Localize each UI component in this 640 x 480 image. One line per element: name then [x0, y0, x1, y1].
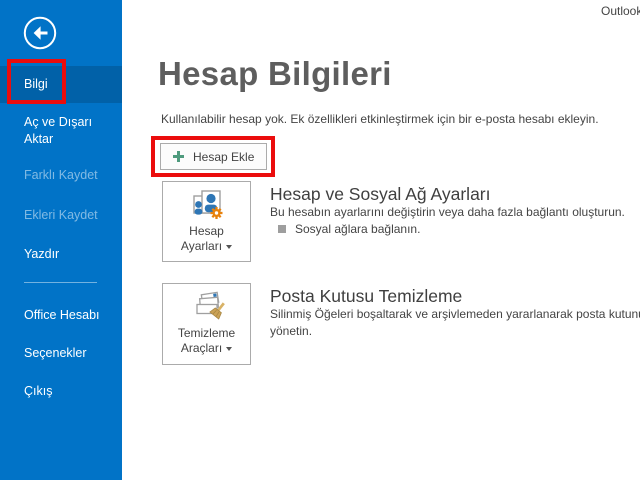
sidebar-item-ac-ve-disari-aktar[interactable]: Aç ve Dışarı Aktar [24, 114, 114, 148]
account-settings-button[interactable]: Hesap Ayarları [162, 181, 251, 262]
cleanup-tools-button[interactable]: Temizleme Araçları [162, 283, 251, 365]
add-account-button[interactable]: Hesap Ekle [160, 143, 267, 170]
cleanup-tools-icon [189, 291, 225, 322]
mailbox-cleanup-description-line2: yönetin. [270, 323, 640, 340]
sidebar-item-office-hesabi[interactable]: Office Hesabı [24, 307, 114, 324]
bullet-square-icon [278, 225, 286, 233]
sidebar-item-label: Aç ve Dışarı Aktar [24, 115, 92, 146]
social-networks-bullet: Sosyal ağlara bağlanın. [278, 222, 420, 236]
account-settings-button-label-1: Hesap [189, 224, 224, 239]
sidebar-item-ekleri-kaydet: Ekleri Kaydet [24, 207, 114, 224]
sidebar-divider [24, 282, 97, 283]
add-account-label: Hesap Ekle [193, 150, 254, 164]
sidebar-item-label: Seçenekler [24, 346, 87, 360]
account-settings-icon [189, 189, 225, 220]
back-button[interactable] [23, 16, 57, 50]
cleanup-tools-button-label-1: Temizleme [178, 326, 235, 341]
outlook-backstage-window: Outlook Bilgi Aç ve Dışarı Aktar Farklı … [0, 0, 640, 480]
dropdown-arrow-icon [226, 347, 232, 351]
page-title: Hesap Bilgileri [158, 55, 392, 93]
window-title: Outlook [601, 4, 640, 18]
sidebar-item-farkli-kaydet: Farklı Kaydet [24, 167, 114, 184]
sidebar-item-yazdir[interactable]: Yazdır [24, 246, 114, 263]
sidebar-item-label: Ekleri Kaydet [24, 208, 98, 222]
mailbox-cleanup-heading: Posta Kutusu Temizleme [270, 286, 462, 307]
account-settings-button-label-2: Ayarları [181, 239, 232, 254]
sidebar-item-label: Çıkış [24, 384, 52, 398]
sidebar-item-label: Bilgi [24, 76, 48, 93]
account-settings-heading: Hesap ve Sosyal Ağ Ayarları [270, 184, 491, 205]
account-settings-description: Bu hesabın ayarlarını değiştirin veya da… [270, 204, 625, 221]
backstage-sidebar: Bilgi Aç ve Dışarı Aktar Farklı Kaydet E… [0, 0, 122, 480]
sidebar-item-label: Office Hesabı [24, 308, 100, 322]
back-arrow-icon [23, 16, 57, 50]
social-networks-bullet-text: Sosyal ağlara bağlanın. [295, 222, 420, 236]
mailbox-cleanup-description-line1: Silinmiş Öğeleri boşaltarak ve arşivleme… [270, 306, 640, 323]
sidebar-item-label: Yazdır [24, 247, 59, 261]
add-plus-icon [172, 150, 185, 163]
sidebar-item-secenekler[interactable]: Seçenekler [24, 345, 114, 362]
sidebar-item-cikis[interactable]: Çıkış [24, 383, 114, 400]
cleanup-tools-button-label-2: Araçları [181, 341, 232, 356]
mailbox-cleanup-description: Silinmiş Öğeleri boşaltarak ve arşivleme… [270, 306, 640, 340]
dropdown-arrow-icon [226, 245, 232, 249]
sidebar-item-bilgi[interactable]: Bilgi [0, 66, 122, 103]
sidebar-item-label: Farklı Kaydet [24, 168, 98, 182]
no-account-text: Kullanılabilir hesap yok. Ek özellikleri… [161, 112, 599, 126]
gear-icon [210, 207, 222, 219]
